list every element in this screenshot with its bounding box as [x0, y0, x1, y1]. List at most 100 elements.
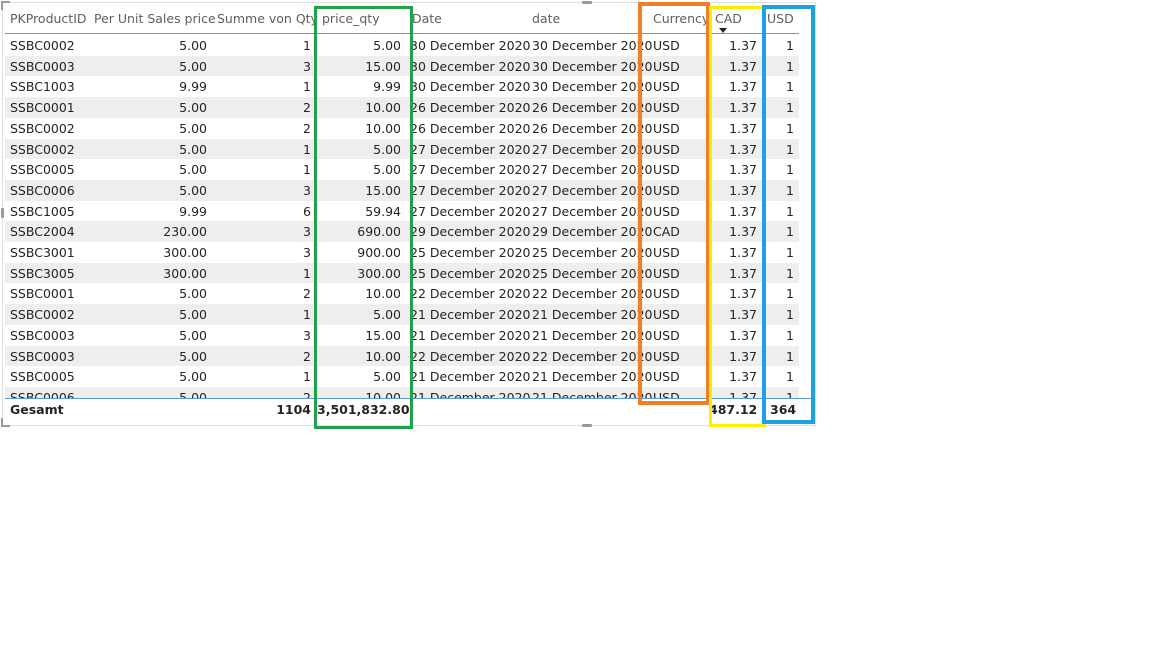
header-date-upper[interactable]: Date [412, 11, 442, 26]
cell-sum-qty: 3 [303, 327, 311, 343]
cell-date-upper: 21 December 2020 [410, 389, 531, 398]
cell-pkproductid: SSBC3005 [10, 265, 75, 281]
cell-date-upper: 27 December 2020 [410, 162, 531, 178]
cell-date-lower: 22 December 2020 [532, 348, 653, 364]
cell-price-qty: 300.00 [357, 265, 401, 281]
cell-sum-qty: 1 [303, 141, 311, 157]
table-row[interactable]: SSBC0003 5.00 2 10.00 22 December 2020 22 Dec… [5, 345, 799, 367]
table-row[interactable]: SSBC0002 5.00 1 5.00 21 December 2020 21 Dece… [5, 304, 799, 325]
table-row[interactable]: SSBC0002 5.00 1 5.00 27 December 2020 27 Dece… [5, 138, 799, 160]
cell-pkproductid: SSBC0005 [10, 162, 75, 178]
header-unit-price[interactable]: Per Unit Sales price [94, 11, 216, 26]
table-row[interactable]: SSBC0006 5.00 3 15.00 27 December 2020 27 Dec… [5, 179, 799, 201]
cell-price-qty: 10.00 [365, 100, 401, 116]
cell-usd: 1 [786, 162, 794, 178]
cell-unit-price: 5.00 [179, 100, 207, 116]
header-currency[interactable]: Currency [653, 11, 709, 26]
cell-usd: 1 [786, 348, 794, 364]
cell-sum-qty: 3 [303, 182, 311, 198]
cell-date-lower: 21 December 2020 [532, 327, 653, 343]
cell-unit-price: 5.00 [179, 120, 207, 136]
table-row[interactable]: SSBC0001 5.00 2 10.00 26 December 2020 26 Dec… [5, 97, 799, 118]
cell-sum-qty: 1 [303, 265, 311, 281]
cell-price-qty: 5.00 [373, 141, 401, 157]
cell-cad: 1.37 [729, 245, 757, 260]
total-sum-qty: 1104 [276, 402, 311, 417]
cell-currency: CAD [653, 224, 680, 240]
cell-pkproductid: SSBC0003 [10, 348, 75, 364]
cell-pkproductid: SSBC1003 [10, 79, 75, 95]
table-row[interactable]: SSBC0002 5.00 2 10.00 26 December 2020 26 Dec… [5, 118, 799, 139]
resize-handle-left[interactable] [1, 208, 4, 218]
cell-pkproductid: SSBC0003 [10, 327, 75, 343]
header-sum-qty[interactable]: Summe von Qty [217, 11, 318, 26]
cell-date-upper: 26 December 2020 [410, 120, 531, 136]
table-row[interactable]: SSBC0002 5.00 1 5.00 30 December 2020 30 Dece… [5, 35, 799, 56]
cell-unit-price: 5.00 [179, 369, 207, 385]
cell-cad: 1.37 [729, 141, 757, 157]
resize-handle-bottom[interactable] [582, 424, 592, 427]
cell-usd: 1 [786, 369, 794, 385]
cell-date-upper: 21 December 2020 [410, 369, 531, 385]
header-price-qty[interactable]: price_qty [322, 11, 380, 26]
cell-cad: 1.37 [729, 348, 757, 364]
cell-pkproductid: SSBC0002 [10, 120, 75, 136]
cell-pkproductid: SSBC0003 [10, 58, 75, 74]
table-row[interactable]: SSBC2004 230.00 3 690.00 29 December 2020 29 … [5, 221, 799, 242]
cell-pkproductid: SSBC0005 [10, 369, 75, 385]
cell-date-lower: 27 December 2020 [532, 203, 653, 219]
cell-currency: USD [653, 162, 680, 178]
table-row[interactable]: SSBC0005 5.00 1 5.00 21 December 2020 21 Dece… [5, 366, 799, 387]
cell-usd: 1 [786, 327, 794, 343]
cell-date-upper: 29 December 2020 [410, 224, 531, 240]
table-row[interactable]: SSBC3005 300.00 1 300.00 25 December 2020 25 … [5, 262, 799, 284]
cell-unit-price: 5.00 [179, 389, 207, 398]
cell-date-lower: 25 December 2020 [532, 245, 653, 260]
cell-sum-qty: 1 [303, 307, 311, 323]
cell-sum-qty: 1 [303, 369, 311, 385]
cell-price-qty: 15.00 [365, 327, 401, 343]
table-row[interactable]: SSBC3001 300.00 3 900.00 25 December 2020 25 … [5, 242, 799, 263]
table-row[interactable]: SSBC0001 5.00 2 10.00 22 December 2020 22 Dec… [5, 283, 799, 304]
cell-usd: 1 [786, 79, 794, 95]
header-cad[interactable]: CAD [715, 11, 742, 26]
cell-cad: 1.37 [729, 286, 757, 302]
header-pkproductid[interactable]: PKProductID [10, 11, 87, 26]
cell-usd: 1 [786, 245, 794, 260]
cell-price-qty: 15.00 [365, 182, 401, 198]
total-cad: 487.12 [709, 402, 758, 417]
cell-pkproductid: SSBC1005 [10, 203, 75, 219]
cell-date-upper: 27 December 2020 [410, 182, 531, 198]
table-row[interactable]: SSBC0006 5.00 2 10.00 21 December 2020 21 Dec… [5, 386, 799, 398]
cell-date-lower: 21 December 2020 [532, 389, 653, 398]
cell-usd: 1 [786, 224, 794, 240]
cell-date-upper: 27 December 2020 [410, 203, 531, 219]
table-row[interactable]: SSBC1005 9.99 6 59.94 27 December 2020 27 Dec… [5, 201, 799, 222]
cell-cad: 1.37 [729, 389, 757, 398]
cell-unit-price: 9.99 [179, 203, 207, 219]
table-row[interactable]: SSBC1003 9.99 1 9.99 30 December 2020 30 Dece… [5, 76, 799, 97]
cell-pkproductid: SSBC0002 [10, 38, 75, 53]
cell-date-upper: 22 December 2020 [410, 348, 531, 364]
header-row: PKProductID Per Unit Sales price Summe v… [5, 4, 799, 34]
cell-unit-price: 230.00 [163, 224, 207, 240]
cell-date-upper: 22 December 2020 [410, 286, 531, 302]
cell-sum-qty: 2 [303, 286, 311, 302]
cell-date-upper: 25 December 2020 [410, 265, 531, 281]
cell-sum-qty: 2 [303, 389, 311, 398]
cell-pkproductid: SSBC0002 [10, 307, 75, 323]
table-row[interactable]: SSBC0003 5.00 3 15.00 30 December 2020 30 Dec… [5, 55, 799, 77]
cell-currency: USD [653, 307, 680, 323]
cell-date-upper: 30 December 2020 [410, 58, 531, 74]
table-row[interactable]: SSBC0003 5.00 3 15.00 21 December 2020 21 Dec… [5, 325, 799, 346]
sort-descending-icon [719, 28, 727, 33]
cell-cad: 1.37 [729, 307, 757, 323]
table-row[interactable]: SSBC0005 5.00 1 5.00 27 December 2020 27 Dece… [5, 159, 799, 180]
cell-date-upper: 21 December 2020 [410, 307, 531, 323]
cell-unit-price: 9.99 [179, 79, 207, 95]
cell-cad: 1.37 [729, 265, 757, 281]
cell-currency: USD [653, 245, 680, 260]
header-usd[interactable]: USD [767, 11, 794, 26]
cell-sum-qty: 2 [303, 100, 311, 116]
header-date-lower[interactable]: date [532, 11, 560, 26]
